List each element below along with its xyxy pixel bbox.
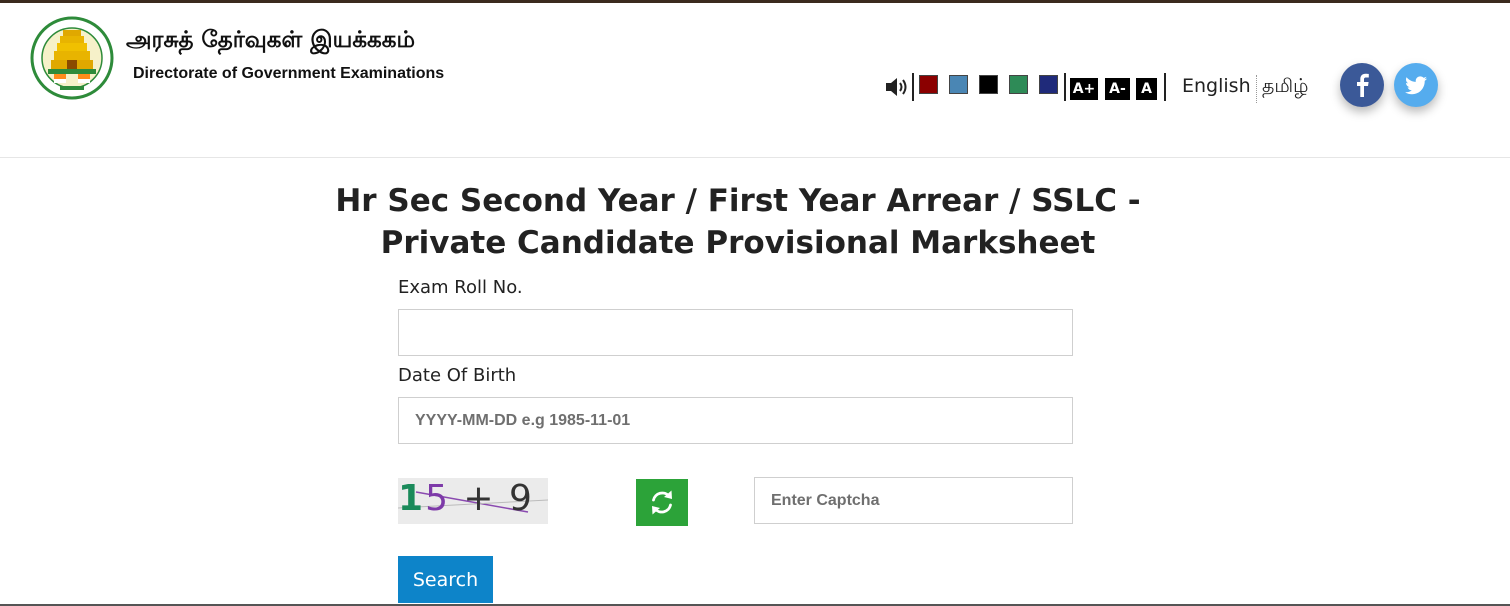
twitter-icon[interactable] xyxy=(1394,63,1438,107)
speaker-icon[interactable] xyxy=(884,76,910,98)
font-reset-button[interactable]: A xyxy=(1136,78,1157,100)
dob-label: Date Of Birth xyxy=(398,365,517,386)
captcha-refresh-button[interactable] xyxy=(636,479,688,526)
captcha-input[interactable] xyxy=(754,477,1073,524)
toolbar-separator xyxy=(1064,73,1066,101)
language-tamil-link[interactable]: தமிழ் xyxy=(1262,75,1308,100)
toolbar-separator xyxy=(1164,73,1166,101)
tamil-nadu-emblem-icon xyxy=(30,12,114,104)
captcha-digit-1: 1 xyxy=(398,478,426,519)
captcha-expression: + 9 = xyxy=(463,478,548,519)
toolbar-separator xyxy=(912,73,914,101)
theme-color-black[interactable] xyxy=(979,75,998,94)
roll-number-input[interactable] xyxy=(398,309,1073,356)
facebook-icon[interactable] xyxy=(1340,63,1384,107)
page-title-line1: Hr Sec Second Year / First Year Arrear /… xyxy=(335,183,1141,219)
search-button[interactable]: Search xyxy=(398,556,493,603)
page-title: Hr Sec Second Year / First Year Arrear /… xyxy=(300,180,1176,264)
captcha-image: 15 + 9 = xyxy=(398,478,548,524)
font-increase-button[interactable]: A+ xyxy=(1070,78,1098,100)
site-header: அரசுத் தேர்வுகள் இயக்ககம் Directorate of… xyxy=(0,3,1510,158)
language-english-link[interactable]: English xyxy=(1182,75,1251,97)
font-decrease-button[interactable]: A- xyxy=(1105,78,1130,100)
brand-title-english: Directorate of Government Examinations xyxy=(133,65,445,82)
theme-color-navy[interactable] xyxy=(1039,75,1058,94)
theme-color-dark-red[interactable] xyxy=(919,75,938,94)
brand-title-tamil: அரசுத் தேர்வுகள் இயக்ககம் xyxy=(126,27,415,53)
captcha-digit-2: 5 xyxy=(425,478,450,519)
page-title-line2: Private Candidate Provisional Marksheet xyxy=(380,225,1096,261)
theme-color-green[interactable] xyxy=(1009,75,1028,94)
language-separator xyxy=(1256,75,1257,103)
roll-number-label: Exam Roll No. xyxy=(398,277,523,298)
dob-input[interactable] xyxy=(398,397,1073,444)
theme-color-steel-blue[interactable] xyxy=(949,75,968,94)
